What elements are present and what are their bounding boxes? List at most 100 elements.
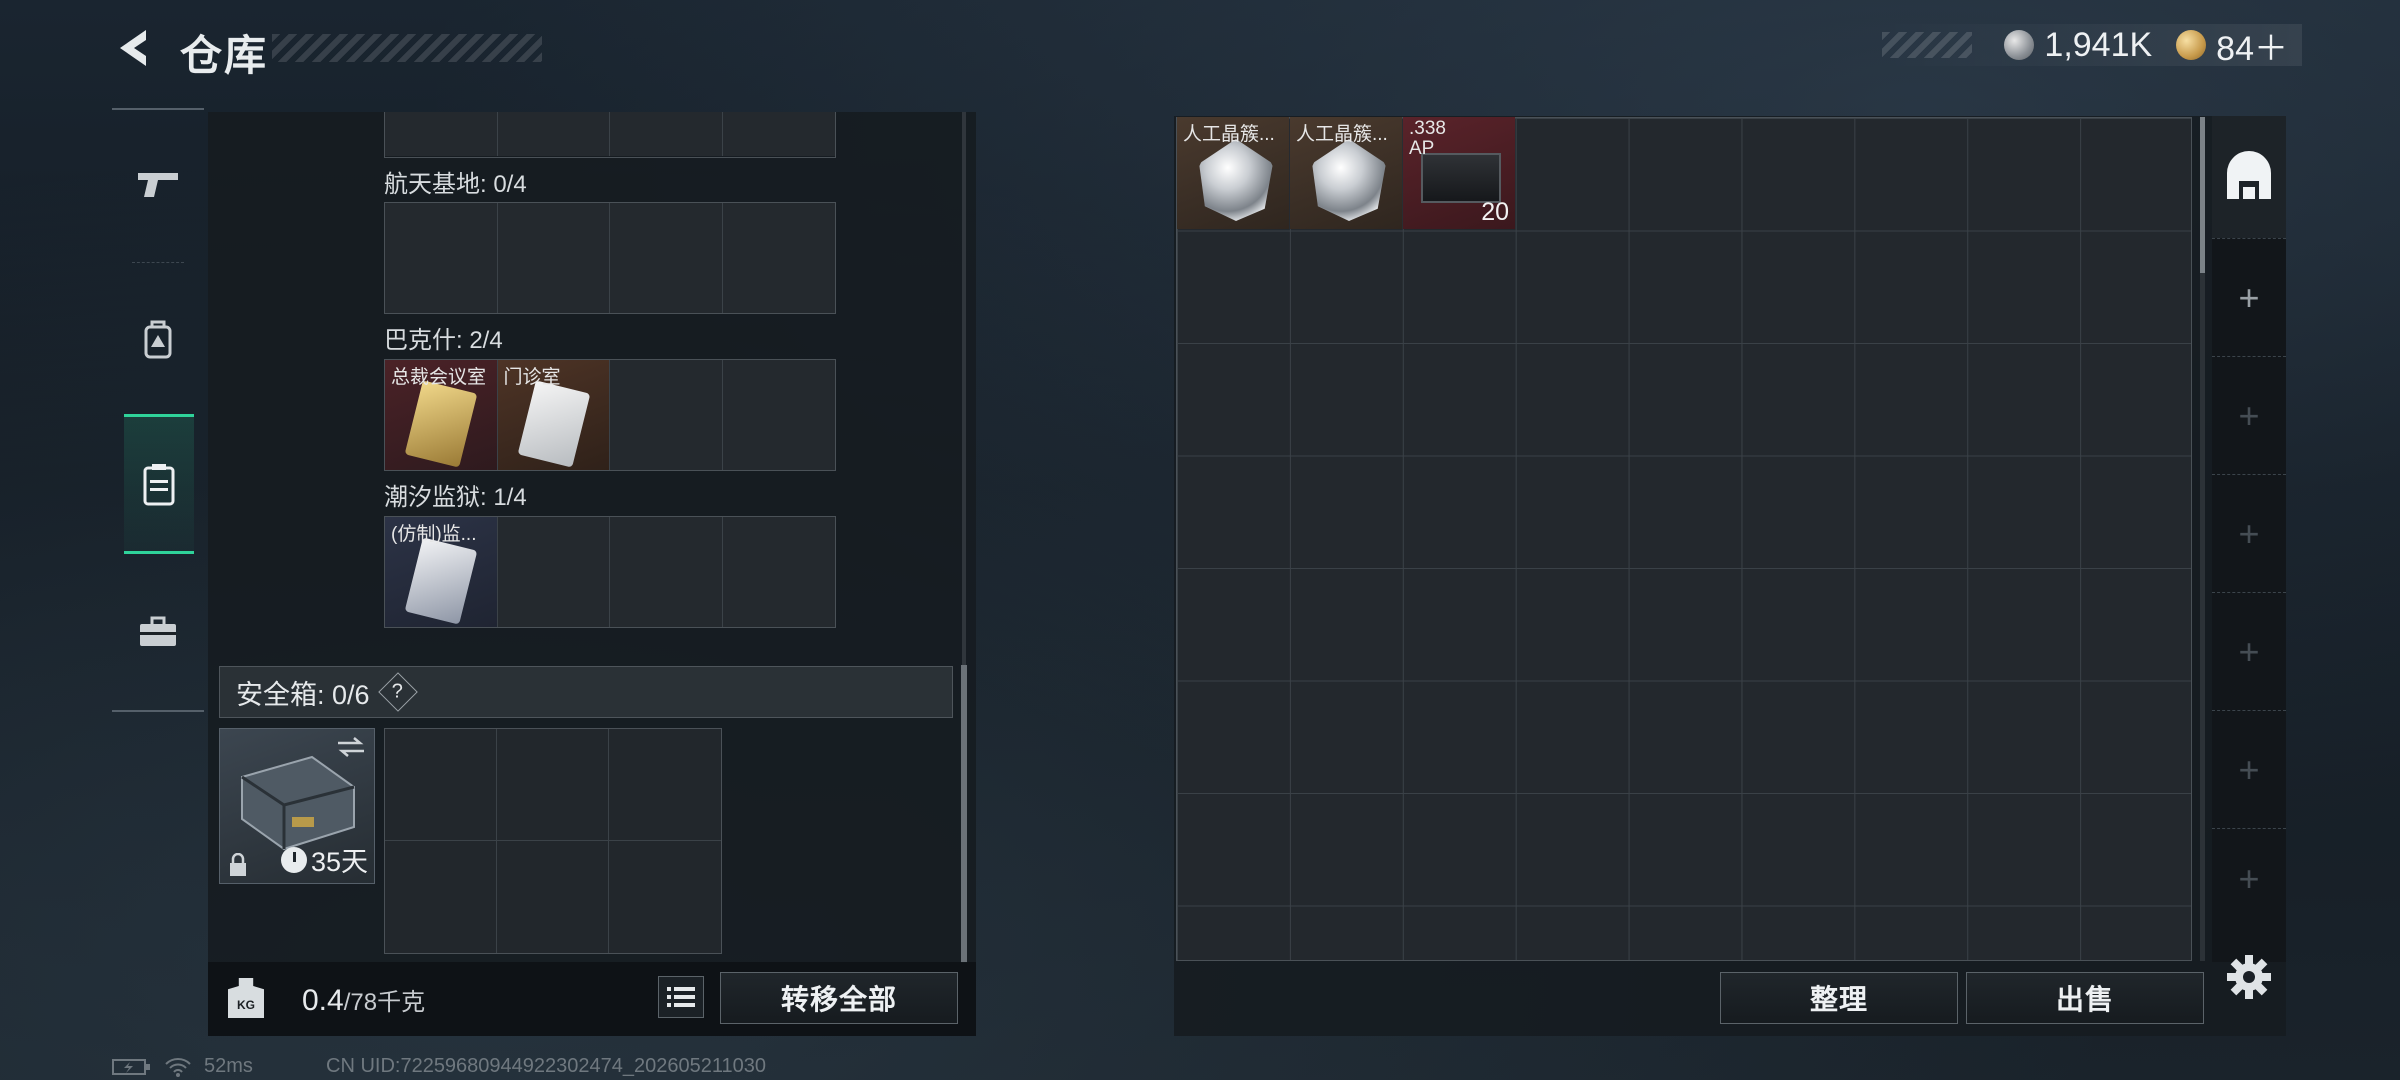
empty-slot[interactable] [497, 841, 609, 953]
keycard-item[interactable]: (仿制)监... [385, 517, 497, 627]
sell-button[interactable]: 出售 [1966, 972, 2204, 1024]
collection-grid-partial [384, 112, 836, 158]
item-slot[interactable]: 总裁会议室 [385, 360, 498, 470]
locker-icon [143, 464, 175, 506]
empty-slot[interactable] [609, 729, 721, 841]
safe-box-label: 安全箱: 0/6 [236, 679, 370, 710]
storage-item[interactable]: 人工晶簇... [1290, 117, 1402, 229]
empty-slot[interactable] [385, 203, 498, 313]
user-uid: CN UID:7225968094492230247​4_20260521103… [326, 1055, 767, 1077]
empty-slot[interactable] [497, 729, 609, 841]
storage-grid[interactable] [1176, 117, 2192, 961]
nav-item-tools[interactable] [112, 572, 204, 692]
empty-slot[interactable] [722, 112, 835, 156]
expiry: 35天 [280, 840, 368, 879]
list-icon [667, 987, 695, 1007]
add-storage-tab-button[interactable]: + [2212, 828, 2286, 928]
empty-slot[interactable] [610, 360, 723, 470]
group-label-bakhsh: 巴克什: 2/4 [384, 327, 503, 354]
keycard-item[interactable]: 总裁会议室 [385, 360, 497, 470]
nav-item-storage[interactable] [124, 414, 194, 554]
empty-slot[interactable] [385, 112, 498, 156]
ping-value: 52ms [204, 1055, 253, 1077]
capacity-current: 0.4 [302, 984, 344, 1017]
crystal-icon [1199, 139, 1273, 221]
add-storage-tab-button[interactable]: + [2212, 238, 2286, 356]
wifi-icon [165, 1057, 191, 1077]
clock-icon [280, 846, 307, 873]
pistol-icon [138, 173, 178, 197]
keycard-icon [404, 537, 478, 625]
empty-slot[interactable] [385, 841, 497, 953]
battery-icon [112, 1058, 150, 1075]
help-glyph: ? [391, 680, 404, 703]
capacity-max: /78千克 [343, 989, 426, 1016]
side-nav [112, 108, 204, 712]
nav-item-equipment[interactable] [112, 280, 204, 400]
ammo-box-icon [1421, 153, 1501, 203]
safe-box-header: 安全箱: 0/6 ? [219, 666, 953, 718]
keycard-icon [404, 380, 478, 468]
item-name: 门诊室 [503, 367, 561, 388]
backpack-icon [144, 320, 172, 359]
swap-icon[interactable] [336, 737, 366, 757]
item-quantity: 20 [1481, 198, 1509, 226]
empty-slot[interactable] [385, 729, 497, 841]
item-name: 人工晶簇... [1183, 124, 1275, 145]
collection-scrollbar[interactable] [961, 665, 967, 963]
empty-slot[interactable] [497, 203, 610, 313]
crystal-icon [1312, 139, 1386, 221]
keycard-item[interactable]: 门诊室 [497, 360, 609, 470]
item-name: 总裁会议室 [391, 367, 487, 388]
item-name: (仿制)监... [391, 524, 477, 545]
safe-box-item[interactable]: 35天 [219, 728, 375, 884]
transfer-all-button[interactable]: 转移全部 [720, 972, 958, 1024]
item-slot[interactable]: (仿制)监... [385, 517, 498, 627]
gold-currency-value[interactable]: 84＋ [2216, 21, 2288, 70]
empty-slot[interactable] [610, 112, 723, 156]
page-title: 仓库 [180, 32, 269, 79]
keycard-icon [517, 380, 590, 468]
empty-slot[interactable] [610, 517, 723, 627]
settings-gear-icon[interactable] [2226, 954, 2272, 1000]
item-slot[interactable]: 门诊室 [497, 360, 610, 470]
nav-item-weapons[interactable] [112, 124, 204, 244]
back-arrow-icon[interactable] [112, 26, 156, 70]
group-label-aerospace: 航天基地: 0/4 [384, 171, 527, 198]
add-storage-tab-button[interactable]: + [2212, 710, 2286, 828]
item-name: .338 AP [1409, 119, 1446, 159]
toolbox-icon [140, 616, 176, 646]
collection-grid-aerospace [384, 202, 836, 314]
status-bar: 52ms [112, 1055, 253, 1078]
item-name: 人工晶簇... [1296, 124, 1388, 145]
gold-coin-icon [2176, 30, 2207, 60]
nav-divider [132, 262, 184, 263]
group-label-tidal-prison: 潮汐监狱: 1/4 [384, 484, 527, 511]
silver-currency-value: 1,941K [2044, 25, 2153, 64]
sort-button[interactable]: 整理 [1720, 972, 1958, 1024]
list-view-button[interactable] [658, 976, 704, 1018]
currency-decoration [1882, 32, 1972, 58]
add-storage-tab-button[interactable]: + [2212, 592, 2286, 710]
lock-icon [230, 853, 246, 876]
empty-slot[interactable] [722, 517, 835, 627]
title-decoration [272, 34, 542, 62]
empty-slot[interactable] [610, 203, 723, 313]
storage-item[interactable]: .338 AP 20 [1403, 117, 1515, 229]
expiry-days: 35天 [310, 847, 368, 877]
empty-slot[interactable] [722, 203, 835, 313]
empty-slot[interactable] [497, 112, 610, 156]
help-icon[interactable]: ? [377, 672, 418, 712]
add-storage-tab-button[interactable]: + [2212, 474, 2286, 592]
collection-grid-tidal-prison: (仿制)监... [384, 516, 836, 628]
add-storage-tab-button[interactable]: + [2212, 356, 2286, 474]
empty-slot[interactable] [609, 841, 721, 953]
silver-coin-icon [2004, 30, 2035, 60]
storage-scrollbar[interactable] [2200, 117, 2205, 273]
capacity-readout: 0.4/78千克 [302, 982, 425, 1018]
empty-slot[interactable] [722, 360, 835, 470]
storage-tab-main[interactable] [2212, 116, 2286, 238]
storage-item[interactable]: 人工晶簇... [1177, 117, 1289, 229]
empty-slot[interactable] [497, 517, 610, 627]
warehouse-icon [2227, 151, 2271, 199]
